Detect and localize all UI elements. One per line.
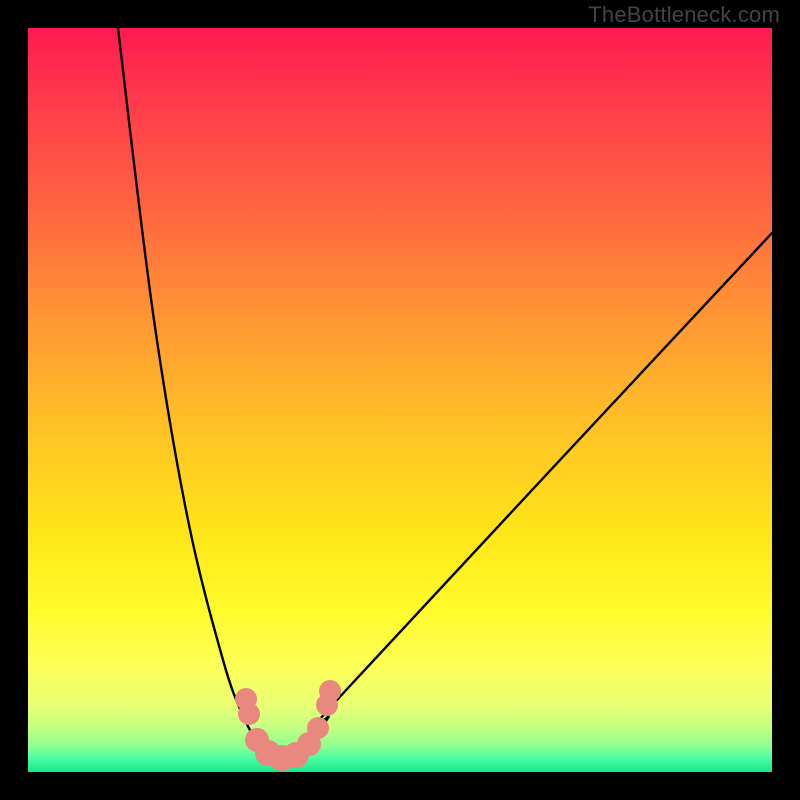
plot-area <box>28 28 772 772</box>
data-marker <box>319 680 341 702</box>
chart-frame: TheBottleneck.com <box>0 0 800 800</box>
watermark-text: TheBottleneck.com <box>588 2 780 28</box>
data-marker <box>307 717 329 739</box>
data-marker <box>238 703 260 725</box>
marker-layer <box>28 28 772 772</box>
